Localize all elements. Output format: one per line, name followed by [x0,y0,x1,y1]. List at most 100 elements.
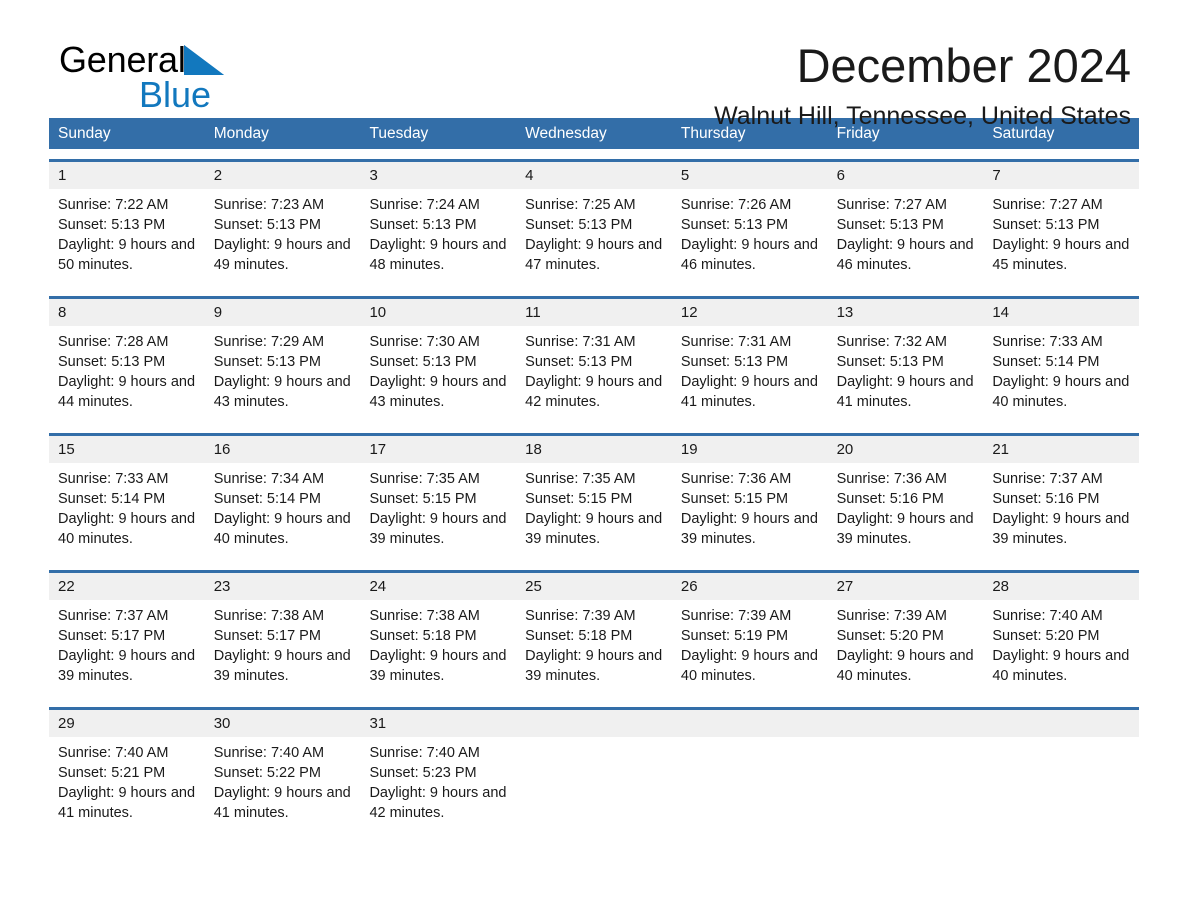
day-number[interactable]: 18 [516,436,672,463]
day-number[interactable]: 24 [360,573,516,600]
day-cell[interactable]: Sunrise: 7:40 AM Sunset: 5:21 PM Dayligh… [49,737,205,834]
daylight-text: Daylight: 9 hours and 41 minutes. [58,785,196,821]
day-number[interactable]: 2 [205,162,361,189]
day-number[interactable]: 13 [828,299,984,326]
day-cell[interactable]: Sunrise: 7:35 AM Sunset: 5:15 PM Dayligh… [516,463,672,560]
day-number-empty [828,710,984,737]
day-number[interactable]: 4 [516,162,672,189]
day-number[interactable]: 9 [205,299,361,326]
day-number[interactable]: 30 [205,710,361,737]
week-date-numbers: 15 16 17 18 19 20 21 [49,436,1139,463]
logo-text-general: General [59,39,186,80]
day-number[interactable]: 1 [49,162,205,189]
sunset-text: Sunset: 5:23 PM [369,765,477,781]
day-cell[interactable]: Sunrise: 7:38 AM Sunset: 5:18 PM Dayligh… [360,600,516,697]
day-number[interactable]: 11 [516,299,672,326]
daylight-text: Daylight: 9 hours and 40 minutes. [213,511,351,547]
day-cell[interactable]: Sunrise: 7:34 AM Sunset: 5:14 PM Dayligh… [205,463,361,560]
day-cell[interactable]: Sunrise: 7:38 AM Sunset: 5:17 PM Dayligh… [205,600,361,697]
week-day-details: Sunrise: 7:22 AM Sunset: 5:13 PM Dayligh… [49,189,1139,286]
sunrise-text: Sunrise: 7:36 AM [680,471,792,487]
daylight-text: Daylight: 9 hours and 40 minutes. [992,374,1130,410]
day-number[interactable]: 16 [205,436,361,463]
day-number[interactable]: 23 [205,573,361,600]
day-cell[interactable]: Sunrise: 7:30 AM Sunset: 5:13 PM Dayligh… [360,326,516,423]
weekday-header-sunday: Sunday [58,125,111,142]
day-cell[interactable]: Sunrise: 7:25 AM Sunset: 5:13 PM Dayligh… [516,189,672,286]
sunrise-text: Sunrise: 7:40 AM [992,608,1103,624]
day-number[interactable]: 10 [360,299,516,326]
day-number[interactable]: 28 [983,573,1139,600]
day-number[interactable]: 15 [49,436,205,463]
daylight-text: Daylight: 9 hours and 45 minutes. [992,237,1130,273]
daylight-text: Daylight: 9 hours and 39 minutes. [525,511,663,547]
day-cell[interactable]: Sunrise: 7:27 AM Sunset: 5:13 PM Dayligh… [828,189,984,286]
day-number[interactable]: 29 [49,710,205,737]
day-number-empty [516,710,672,737]
day-number-empty [672,710,828,737]
day-number[interactable]: 22 [49,573,205,600]
day-number[interactable]: 5 [672,162,828,189]
sunset-text: Sunset: 5:20 PM [992,628,1100,644]
day-number[interactable]: 31 [360,710,516,737]
daylight-text: Daylight: 9 hours and 50 minutes. [58,237,196,273]
day-cell[interactable]: Sunrise: 7:29 AM Sunset: 5:13 PM Dayligh… [205,326,361,423]
day-cell[interactable]: Sunrise: 7:23 AM Sunset: 5:13 PM Dayligh… [205,189,361,286]
day-number[interactable]: 26 [672,573,828,600]
day-cell[interactable]: Sunrise: 7:28 AM Sunset: 5:13 PM Dayligh… [49,326,205,423]
sunset-text: Sunset: 5:13 PM [525,354,633,370]
sunrise-text: Sunrise: 7:39 AM [525,608,636,624]
day-cell[interactable]: Sunrise: 7:40 AM Sunset: 5:22 PM Dayligh… [205,737,361,834]
sunrise-text: Sunrise: 7:35 AM [369,471,480,487]
day-number[interactable]: 19 [672,436,828,463]
day-number[interactable]: 17 [360,436,516,463]
sunrise-text: Sunrise: 7:28 AM [58,334,169,350]
sunrise-text: Sunrise: 7:31 AM [680,334,792,350]
sunrise-text: Sunrise: 7:33 AM [58,471,169,487]
day-cell[interactable]: Sunrise: 7:40 AM Sunset: 5:20 PM Dayligh… [983,600,1139,697]
day-cell[interactable]: Sunrise: 7:33 AM Sunset: 5:14 PM Dayligh… [49,463,205,560]
daylight-text: Daylight: 9 hours and 41 minutes. [836,374,974,410]
day-cell[interactable]: Sunrise: 7:32 AM Sunset: 5:13 PM Dayligh… [828,326,984,423]
day-cell[interactable]: Sunrise: 7:39 AM Sunset: 5:19 PM Dayligh… [672,600,828,697]
day-number[interactable]: 21 [983,436,1139,463]
day-number[interactable]: 8 [49,299,205,326]
day-cell[interactable]: Sunrise: 7:33 AM Sunset: 5:14 PM Dayligh… [983,326,1139,423]
day-cell[interactable]: Sunrise: 7:37 AM Sunset: 5:16 PM Dayligh… [983,463,1139,560]
sunrise-text: Sunrise: 7:37 AM [992,471,1103,487]
day-cell-empty [516,737,672,834]
day-cell[interactable]: Sunrise: 7:39 AM Sunset: 5:20 PM Dayligh… [828,600,984,697]
day-cell[interactable]: Sunrise: 7:27 AM Sunset: 5:13 PM Dayligh… [983,189,1139,286]
sunrise-text: Sunrise: 7:26 AM [680,197,792,213]
daylight-text: Daylight: 9 hours and 43 minutes. [213,374,351,410]
day-number[interactable]: 20 [828,436,984,463]
sunrise-text: Sunrise: 7:27 AM [836,197,948,213]
day-cell[interactable]: Sunrise: 7:31 AM Sunset: 5:13 PM Dayligh… [672,326,828,423]
day-number[interactable]: 14 [983,299,1139,326]
day-cell[interactable]: Sunrise: 7:39 AM Sunset: 5:18 PM Dayligh… [516,600,672,697]
day-number[interactable]: 7 [983,162,1139,189]
sunset-text: Sunset: 5:15 PM [369,491,477,507]
day-cell[interactable]: Sunrise: 7:37 AM Sunset: 5:17 PM Dayligh… [49,600,205,697]
day-number[interactable]: 3 [360,162,516,189]
day-cell[interactable]: Sunrise: 7:22 AM Sunset: 5:13 PM Dayligh… [49,189,205,286]
daylight-text: Daylight: 9 hours and 44 minutes. [58,374,196,410]
week-date-numbers: 22 23 24 25 26 27 28 [49,573,1139,600]
day-cell[interactable]: Sunrise: 7:24 AM Sunset: 5:13 PM Dayligh… [360,189,516,286]
day-cell[interactable]: Sunrise: 7:40 AM Sunset: 5:23 PM Dayligh… [360,737,516,834]
day-cell[interactable]: Sunrise: 7:31 AM Sunset: 5:13 PM Dayligh… [516,326,672,423]
sunset-text: Sunset: 5:13 PM [58,354,166,370]
sunrise-text: Sunrise: 7:33 AM [992,334,1103,350]
sunset-text: Sunset: 5:16 PM [836,491,944,507]
day-cell[interactable]: Sunrise: 7:26 AM Sunset: 5:13 PM Dayligh… [672,189,828,286]
day-number[interactable]: 6 [828,162,984,189]
day-number[interactable]: 27 [828,573,984,600]
day-cell[interactable]: Sunrise: 7:36 AM Sunset: 5:15 PM Dayligh… [672,463,828,560]
day-number[interactable]: 12 [672,299,828,326]
week-row: 22 23 24 25 26 27 28 Sunrise: 7:37 AM Su… [49,570,1139,697]
day-number[interactable]: 25 [516,573,672,600]
daylight-text: Daylight: 9 hours and 47 minutes. [525,237,663,273]
sunset-text: Sunset: 5:13 PM [992,217,1100,233]
day-cell[interactable]: Sunrise: 7:35 AM Sunset: 5:15 PM Dayligh… [360,463,516,560]
day-cell[interactable]: Sunrise: 7:36 AM Sunset: 5:16 PM Dayligh… [828,463,984,560]
